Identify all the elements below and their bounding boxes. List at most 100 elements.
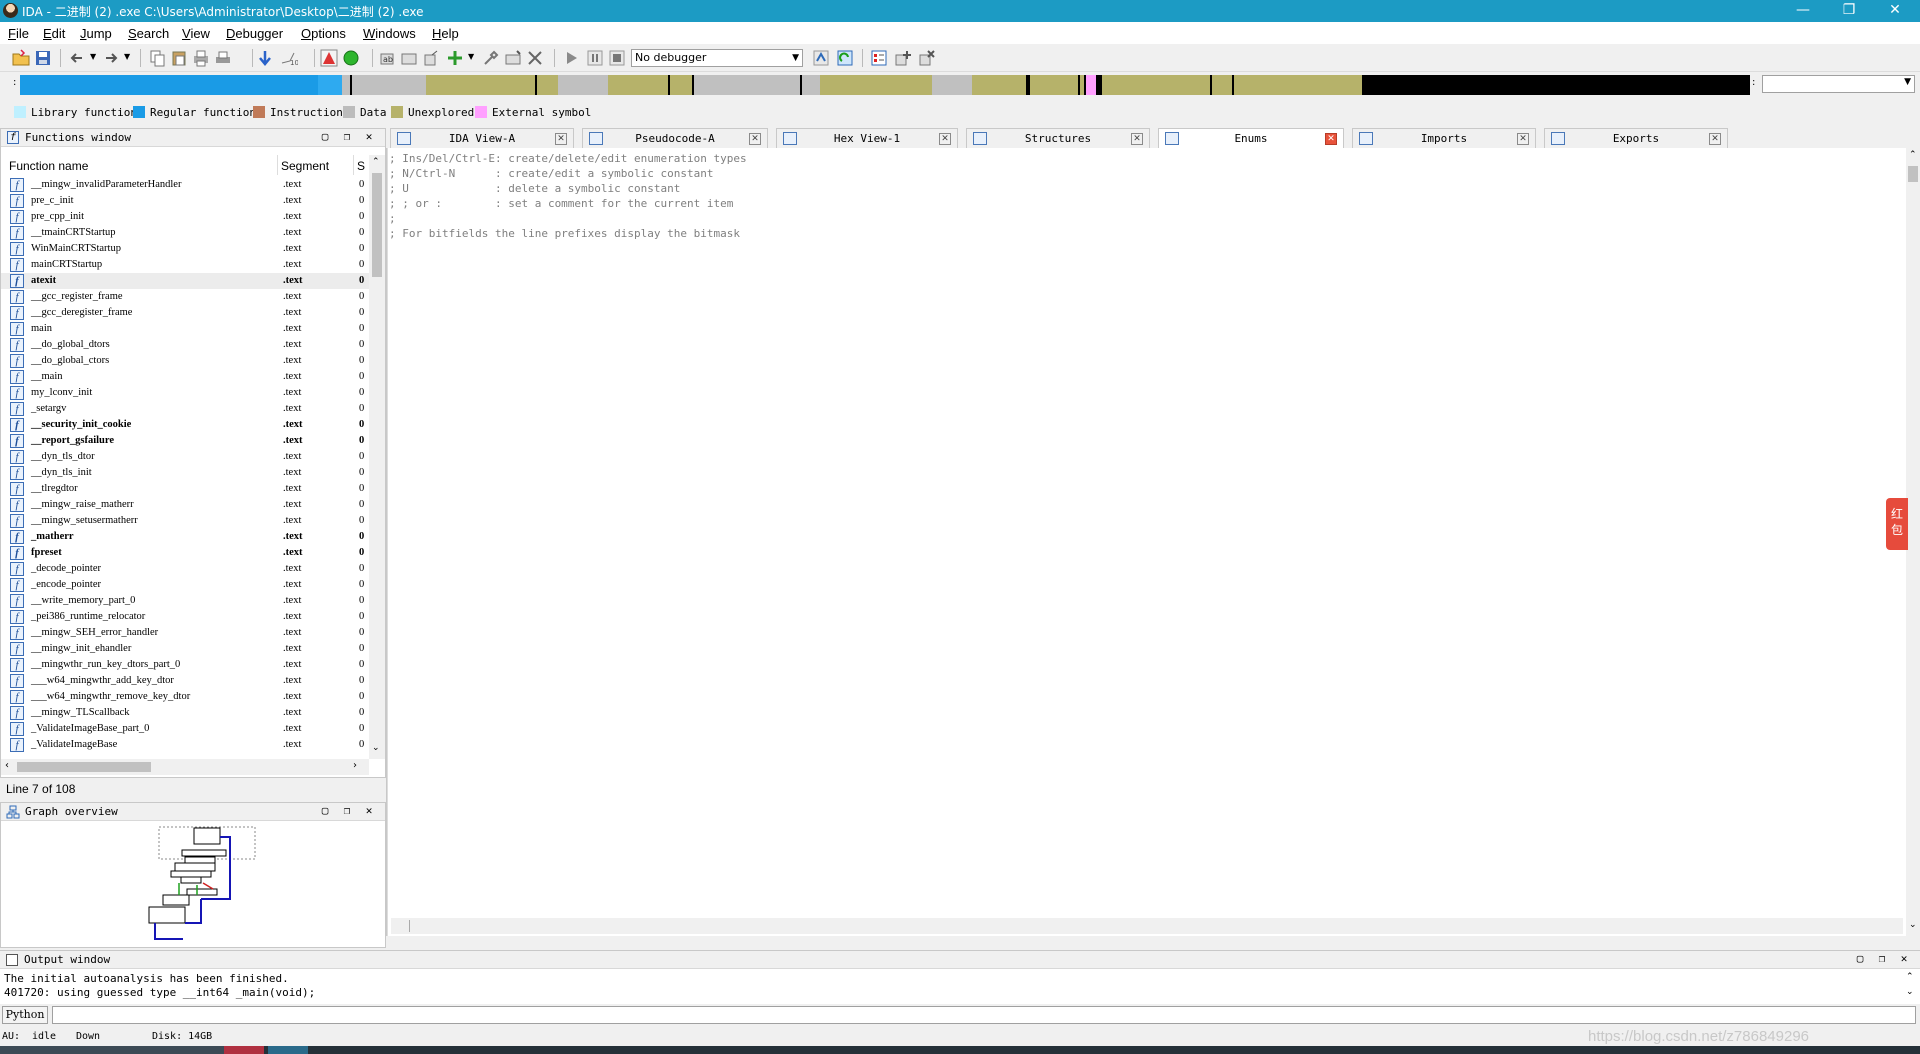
tab-ida-view-a[interactable]: IDA View-A ✕ <box>390 128 574 148</box>
function-row[interactable]: f _ValidateImageBase_part_0 .text 0 <box>1 721 369 737</box>
segment-combo[interactable]: ▼ <box>1762 75 1915 93</box>
function-row[interactable]: f main .text 0 <box>1 321 369 337</box>
function-row[interactable]: f atexit .text 0 <box>1 273 369 289</box>
function-row[interactable]: f fpreset .text 0 <box>1 545 369 561</box>
scroll-down-icon[interactable]: ⌄ <box>1909 920 1917 930</box>
add-breakpoint-icon[interactable] <box>894 49 912 67</box>
float-panel-icon[interactable]: ▢ <box>1854 953 1866 965</box>
save-icon[interactable] <box>34 49 52 67</box>
function-row[interactable]: f _matherr .text 0 <box>1 529 369 545</box>
menu-search[interactable]: Search <box>128 26 169 41</box>
close-tab-icon[interactable]: ✕ <box>939 133 951 145</box>
restore-panel-icon[interactable]: ❐ <box>341 131 353 143</box>
red-packet-widget[interactable]: 红包 <box>1886 498 1908 550</box>
function-row[interactable]: f mainCRTStartup .text 0 <box>1 257 369 273</box>
scroll-right-icon[interactable]: › <box>353 760 357 771</box>
function-row[interactable]: f __mingw_invalidParameterHandler .text 0 <box>1 177 369 193</box>
function-row[interactable]: f __tlregdtor .text 0 <box>1 481 369 497</box>
function-row[interactable]: f __gcc_register_frame .text 0 <box>1 289 369 305</box>
menu-view[interactable]: View <box>182 26 210 41</box>
function-row[interactable]: f my_lconv_init .text 0 <box>1 385 369 401</box>
function-row[interactable]: f ___w64_mingwthr_remove_key_dtor .text 0 <box>1 689 369 705</box>
python-button[interactable]: Python <box>2 1006 48 1024</box>
close-tab-icon[interactable]: ✕ <box>555 133 567 145</box>
float-panel-icon[interactable]: ▢ <box>319 131 331 143</box>
close-panel-icon[interactable]: ✕ <box>363 805 375 817</box>
tab-structures[interactable]: Structures ✕ <box>966 128 1150 148</box>
column-header-start[interactable]: S <box>357 159 365 173</box>
make-array-icon[interactable]: ab <box>378 49 396 67</box>
function-row[interactable]: f _setargv .text 0 <box>1 401 369 417</box>
scroll-down-icon[interactable]: ⌄ <box>372 743 380 753</box>
pause-icon[interactable] <box>586 49 604 67</box>
function-row[interactable]: f pre_c_init .text 0 <box>1 193 369 209</box>
column-header-segment[interactable]: Segment <box>281 159 329 173</box>
function-row[interactable]: f _decode_pointer .text 0 <box>1 561 369 577</box>
close-panel-icon[interactable]: ✕ <box>363 131 375 143</box>
function-row[interactable]: f __mingwthr_run_key_dtors_part_0 .text 0 <box>1 657 369 673</box>
close-tab-icon[interactable]: ✕ <box>1131 133 1143 145</box>
make-offset-icon[interactable] <box>422 49 440 67</box>
tab-exports[interactable]: Exports ✕ <box>1544 128 1728 148</box>
functions-vertical-scrollbar[interactable]: ⌃ ⌄ <box>369 155 385 759</box>
navigation-strip[interactable] <box>20 75 1750 95</box>
enums-view[interactable]: ; Ins/Del/Ctrl-E: create/delete/edit enu… <box>386 148 1906 936</box>
column-header-function-name[interactable]: Function name <box>9 159 88 173</box>
delete-breakpoint-icon[interactable] <box>918 49 936 67</box>
data-green-circle-icon[interactable] <box>342 49 360 67</box>
start-debug-play-icon[interactable] <box>562 49 580 67</box>
function-row[interactable]: f __mingw_raise_matherr .text 0 <box>1 497 369 513</box>
search-binary-icon[interactable]: 10 <box>280 49 298 67</box>
function-row[interactable]: f WinMainCRTStartup .text 0 <box>1 241 369 257</box>
restore-panel-icon[interactable]: ❐ <box>341 805 353 817</box>
function-row[interactable]: f __mingw_SEH_error_handler .text 0 <box>1 625 369 641</box>
make-string-icon[interactable] <box>400 49 418 67</box>
function-row[interactable]: f __security_init_cookie .text 0 <box>1 417 369 433</box>
function-row[interactable]: f ___w64_mingwthr_add_key_dtor .text 0 <box>1 673 369 689</box>
scroll-left-icon[interactable]: ‹ <box>5 760 9 771</box>
function-row[interactable]: f __dyn_tls_init .text 0 <box>1 465 369 481</box>
function-row[interactable]: f __do_global_ctors .text 0 <box>1 353 369 369</box>
tab-pseudocode-a[interactable]: Pseudocode-A ✕ <box>582 128 768 148</box>
back-dropdown-icon[interactable]: ▼ <box>90 52 96 61</box>
close-tab-icon[interactable]: ✕ <box>749 133 761 145</box>
menu-windows[interactable]: Windows <box>363 26 416 41</box>
close-tab-icon[interactable]: ✕ <box>1709 133 1721 145</box>
function-row[interactable]: f __mingw_TLScallback .text 0 <box>1 705 369 721</box>
function-row[interactable]: f __mingw_init_ehandler .text 0 <box>1 641 369 657</box>
function-row[interactable]: f __do_global_dtors .text 0 <box>1 337 369 353</box>
enums-vertical-scrollbar[interactable]: ⌃ ⌄ <box>1906 148 1920 936</box>
function-row[interactable]: f _encode_pointer .text 0 <box>1 577 369 593</box>
jump-down-arrow-icon[interactable] <box>256 49 274 67</box>
enums-horizontal-scrollbar[interactable] <box>391 918 1903 934</box>
tab-hex-view-1[interactable]: Hex View-1 ✕ <box>776 128 958 148</box>
breakpoint-list-icon[interactable] <box>870 49 888 67</box>
function-row[interactable]: f __report_gsfailure .text 0 <box>1 433 369 449</box>
maximize-button[interactable]: ❐ <box>1826 0 1872 22</box>
command-input[interactable] <box>52 1006 1916 1024</box>
menu-help[interactable]: Help <box>432 26 459 41</box>
function-row[interactable]: f __main .text 0 <box>1 369 369 385</box>
close-button[interactable]: ✕ <box>1872 0 1918 22</box>
menu-edit[interactable]: Edit <box>43 26 65 41</box>
restore-panel-icon[interactable]: ❐ <box>1876 953 1888 965</box>
tools-icon[interactable] <box>482 49 500 67</box>
tab-imports[interactable]: Imports ✕ <box>1352 128 1536 148</box>
copy-icon[interactable] <box>148 49 166 67</box>
print-icon[interactable] <box>192 49 210 67</box>
scroll-up-icon[interactable]: ⌃ <box>1906 972 1914 982</box>
paste-icon[interactable] <box>170 49 188 67</box>
add-dropdown-icon[interactable]: ▼ <box>468 52 474 61</box>
functions-horizontal-scrollbar[interactable]: ‹ › <box>1 759 369 775</box>
close-tab-icon[interactable]: ✕ <box>1325 133 1337 145</box>
function-row[interactable]: f _ValidateImageBase .text 0 <box>1 737 369 753</box>
print-setup-icon[interactable] <box>214 49 232 67</box>
scroll-up-icon[interactable]: ⌃ <box>1909 150 1917 160</box>
menu-options[interactable]: Options <box>301 26 346 41</box>
function-row[interactable]: f __tmainCRTStartup .text 0 <box>1 225 369 241</box>
close-tab-icon[interactable]: ✕ <box>1517 133 1529 145</box>
function-row[interactable]: f __gcc_deregister_frame .text 0 <box>1 305 369 321</box>
add-green-icon[interactable] <box>446 49 464 67</box>
open-folder-icon[interactable] <box>12 49 30 67</box>
menu-debugger[interactable]: Debugger <box>226 26 283 41</box>
